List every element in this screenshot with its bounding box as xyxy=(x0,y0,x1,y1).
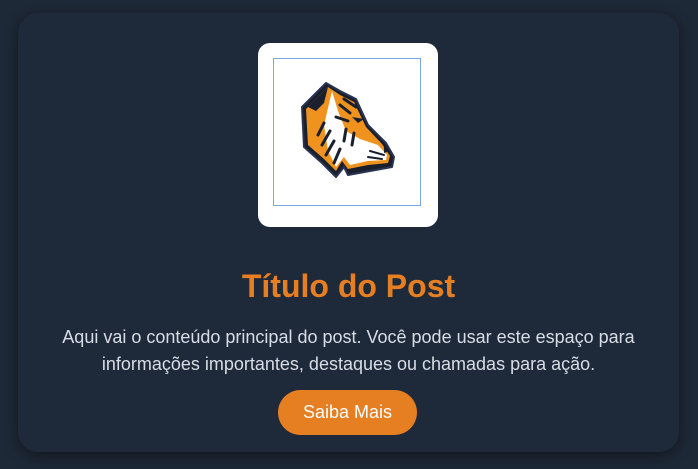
post-image-frame xyxy=(273,58,421,206)
tiger-head-icon xyxy=(301,82,395,178)
learn-more-button[interactable]: Saiba Mais xyxy=(278,390,417,435)
post-content: Aqui vai o conteúdo principal do post. V… xyxy=(62,327,635,374)
post-image-container xyxy=(258,43,438,227)
post-title: Título do Post xyxy=(241,268,456,304)
post-card: Título do Post Aqui vai o conteúdo princ… xyxy=(18,13,679,452)
